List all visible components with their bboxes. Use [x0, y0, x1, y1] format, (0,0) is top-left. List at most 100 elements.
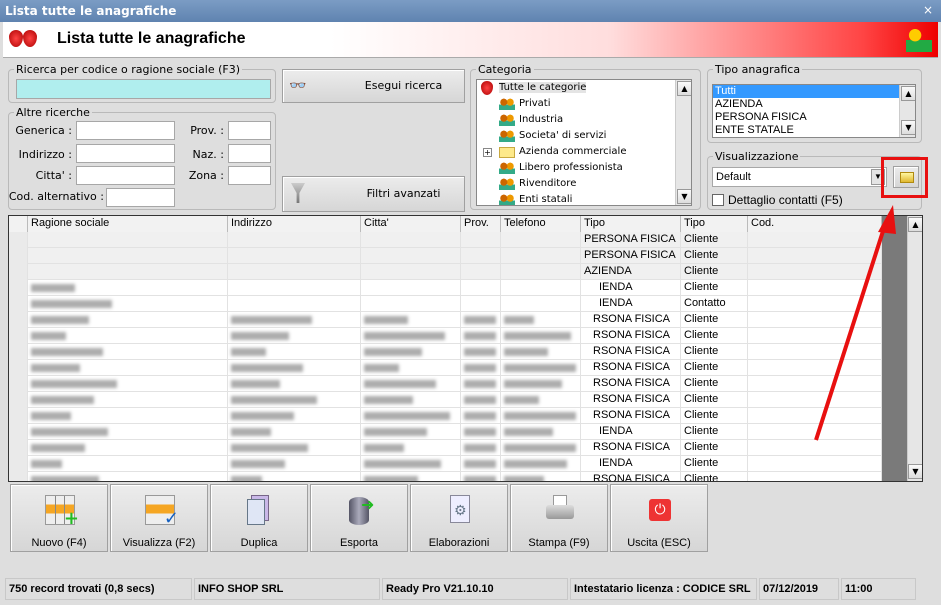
categoria-item[interactable]: + Azienda commerciale: [477, 144, 691, 160]
tipo-list[interactable]: Tutti AZIENDA PERSONA FISICA ENTE STATALE ▲…: [712, 84, 916, 138]
generica-input[interactable]: [76, 121, 175, 140]
visualizzazione-select[interactable]: Default ▼: [712, 167, 887, 187]
tipo-item[interactable]: Tutti: [713, 85, 899, 98]
advanced-filters-label: Filtri avanzati: [366, 187, 441, 200]
citta-input[interactable]: [76, 166, 175, 185]
redacted-cell: [228, 312, 361, 328]
visualizzazione-value: Default: [716, 171, 751, 183]
redacted-text: [31, 332, 66, 340]
categoria-scrollbar[interactable]: ▲ ▼: [675, 80, 691, 205]
table-row[interactable]: IENDA Cliente: [9, 424, 882, 440]
categoria-item[interactable]: Enti statali: [477, 192, 691, 205]
toolbar-button-elaborazioni[interactable]: ⚙ Elaborazioni: [410, 484, 508, 552]
table-row[interactable]: PERSONA FISICA Cliente: [9, 248, 882, 264]
categoria-item-label: Privati: [519, 98, 551, 109]
table-row[interactable]: RSONA FISICA Cliente: [9, 440, 882, 456]
column-header[interactable]: Tipo: [581, 216, 681, 232]
redacted-text: [231, 380, 280, 388]
row-selector: [9, 280, 28, 296]
categoria-item[interactable]: Industria: [477, 112, 691, 128]
table-row[interactable]: PERSONA FISICA Cliente: [9, 232, 882, 248]
tipo-item[interactable]: ENTE STATALE: [713, 124, 899, 137]
redacted-text: [464, 348, 496, 356]
zona-input[interactable]: [228, 166, 271, 185]
redacted-cell: [228, 344, 361, 360]
column-header[interactable]: Citta': [361, 216, 461, 232]
table-row[interactable]: RSONA FISICA Cliente: [9, 344, 882, 360]
table-row[interactable]: RSONA FISICA Cliente: [9, 376, 882, 392]
redacted-text: [31, 460, 62, 468]
cod-alternativo-input[interactable]: [106, 188, 175, 207]
row-selector: [9, 232, 28, 248]
column-header[interactable]: Tipo: [681, 216, 748, 232]
expand-icon[interactable]: +: [483, 148, 492, 157]
redacted-cell: [361, 456, 461, 472]
naz-input[interactable]: [228, 144, 271, 163]
duplicate-icon: [245, 495, 275, 525]
column-header[interactable]: Prov.: [461, 216, 501, 232]
row-selector: [9, 328, 28, 344]
people-icon: [499, 162, 515, 174]
redacted-cell: [228, 328, 361, 344]
categoria-item[interactable]: Tutte le categorie: [477, 80, 691, 96]
column-header[interactable]: Cod.: [748, 216, 882, 232]
scroll-down-icon[interactable]: ▼: [677, 189, 691, 204]
categoria-item[interactable]: Rivenditore: [477, 176, 691, 192]
categoria-item-label: Tutte le categorie: [499, 82, 587, 93]
anagrafiche-table[interactable]: Ragione sociale Indirizzo Citta' Prov. Telef…: [8, 215, 923, 482]
categoria-tree[interactable]: Tutte le categorie Privati Industria Societ…: [476, 79, 692, 206]
column-header[interactable]: Indirizzo: [228, 216, 361, 232]
categoria-item[interactable]: Libero professionista: [477, 160, 691, 176]
advanced-filters-button[interactable]: Filtri avanzati: [282, 176, 465, 212]
categoria-item-label: Enti statali: [519, 194, 573, 205]
tipo-scrollbar[interactable]: ▲ ▼: [899, 85, 915, 137]
redacted-cell: [748, 232, 882, 248]
table-row[interactable]: RSONA FISICA Cliente: [9, 328, 882, 344]
column-header[interactable]: Telefono: [501, 216, 581, 232]
redacted-cell: [501, 264, 581, 280]
redacted-cell: [461, 232, 501, 248]
prov-input[interactable]: [228, 121, 271, 140]
table-row[interactable]: AZIENDA Cliente: [9, 264, 882, 280]
toolbar-button-nuovo-f4[interactable]: + Nuovo (F4): [10, 484, 108, 552]
scroll-up-icon[interactable]: ▲: [677, 81, 691, 96]
toolbar-button-esporta[interactable]: ➜ Esporta: [310, 484, 408, 552]
redacted-cell: [361, 424, 461, 440]
search-button[interactable]: 👓 Esegui ricerca: [282, 69, 465, 103]
table-row[interactable]: IENDA Contatto: [9, 296, 882, 312]
tipo-item[interactable]: AZIENDA: [713, 98, 899, 111]
close-icon[interactable]: ×: [921, 3, 935, 17]
toolbar-button-uscita-esc[interactable]: ⏻ Uscita (ESC): [610, 484, 708, 552]
toolbar-button-visualizza-f2[interactable]: ✓ Visualizza (F2): [110, 484, 208, 552]
indirizzo-input[interactable]: [76, 144, 175, 163]
toolbar-button-stampa-f9[interactable]: Stampa (F9): [510, 484, 608, 552]
redacted-text: [364, 444, 404, 452]
table-row[interactable]: IENDA Cliente: [9, 456, 882, 472]
table-row[interactable]: RSONA FISICA Cliente: [9, 408, 882, 424]
table-row[interactable]: RSONA FISICA Cliente: [9, 472, 882, 481]
table-row[interactable]: IENDA Cliente: [9, 280, 882, 296]
categoria-item[interactable]: Societa' di servizi: [477, 128, 691, 144]
dettaglio-contatti-checkbox[interactable]: [712, 194, 724, 206]
table-scrollbar[interactable]: ▲ ▼: [907, 216, 922, 481]
toolbar-button-duplica[interactable]: Duplica: [210, 484, 308, 552]
column-header[interactable]: Ragione sociale: [28, 216, 228, 232]
tipo2-cell: Cliente: [681, 392, 748, 408]
redacted-text: [504, 316, 534, 324]
scroll-up-icon[interactable]: ▲: [901, 86, 915, 101]
table-row[interactable]: RSONA FISICA Cliente: [9, 392, 882, 408]
scroll-up-icon[interactable]: ▲: [908, 217, 922, 232]
redacted-text: [231, 364, 303, 372]
tipo-cell: IENDA: [581, 296, 681, 312]
redacted-cell: [501, 248, 581, 264]
tipo-cell: RSONA FISICA: [581, 360, 681, 376]
scroll-down-icon[interactable]: ▼: [901, 120, 915, 135]
table-row[interactable]: RSONA FISICA Cliente: [9, 360, 882, 376]
tipo-item[interactable]: PERSONA FISICA: [713, 111, 899, 124]
tipo2-cell: Cliente: [681, 408, 748, 424]
categoria-item[interactable]: Privati: [477, 96, 691, 112]
scroll-down-icon[interactable]: ▼: [908, 464, 922, 479]
table-row[interactable]: RSONA FISICA Cliente: [9, 312, 882, 328]
search-input[interactable]: [16, 79, 271, 99]
status-records: 750 record trovati (0,8 secs): [5, 578, 192, 600]
